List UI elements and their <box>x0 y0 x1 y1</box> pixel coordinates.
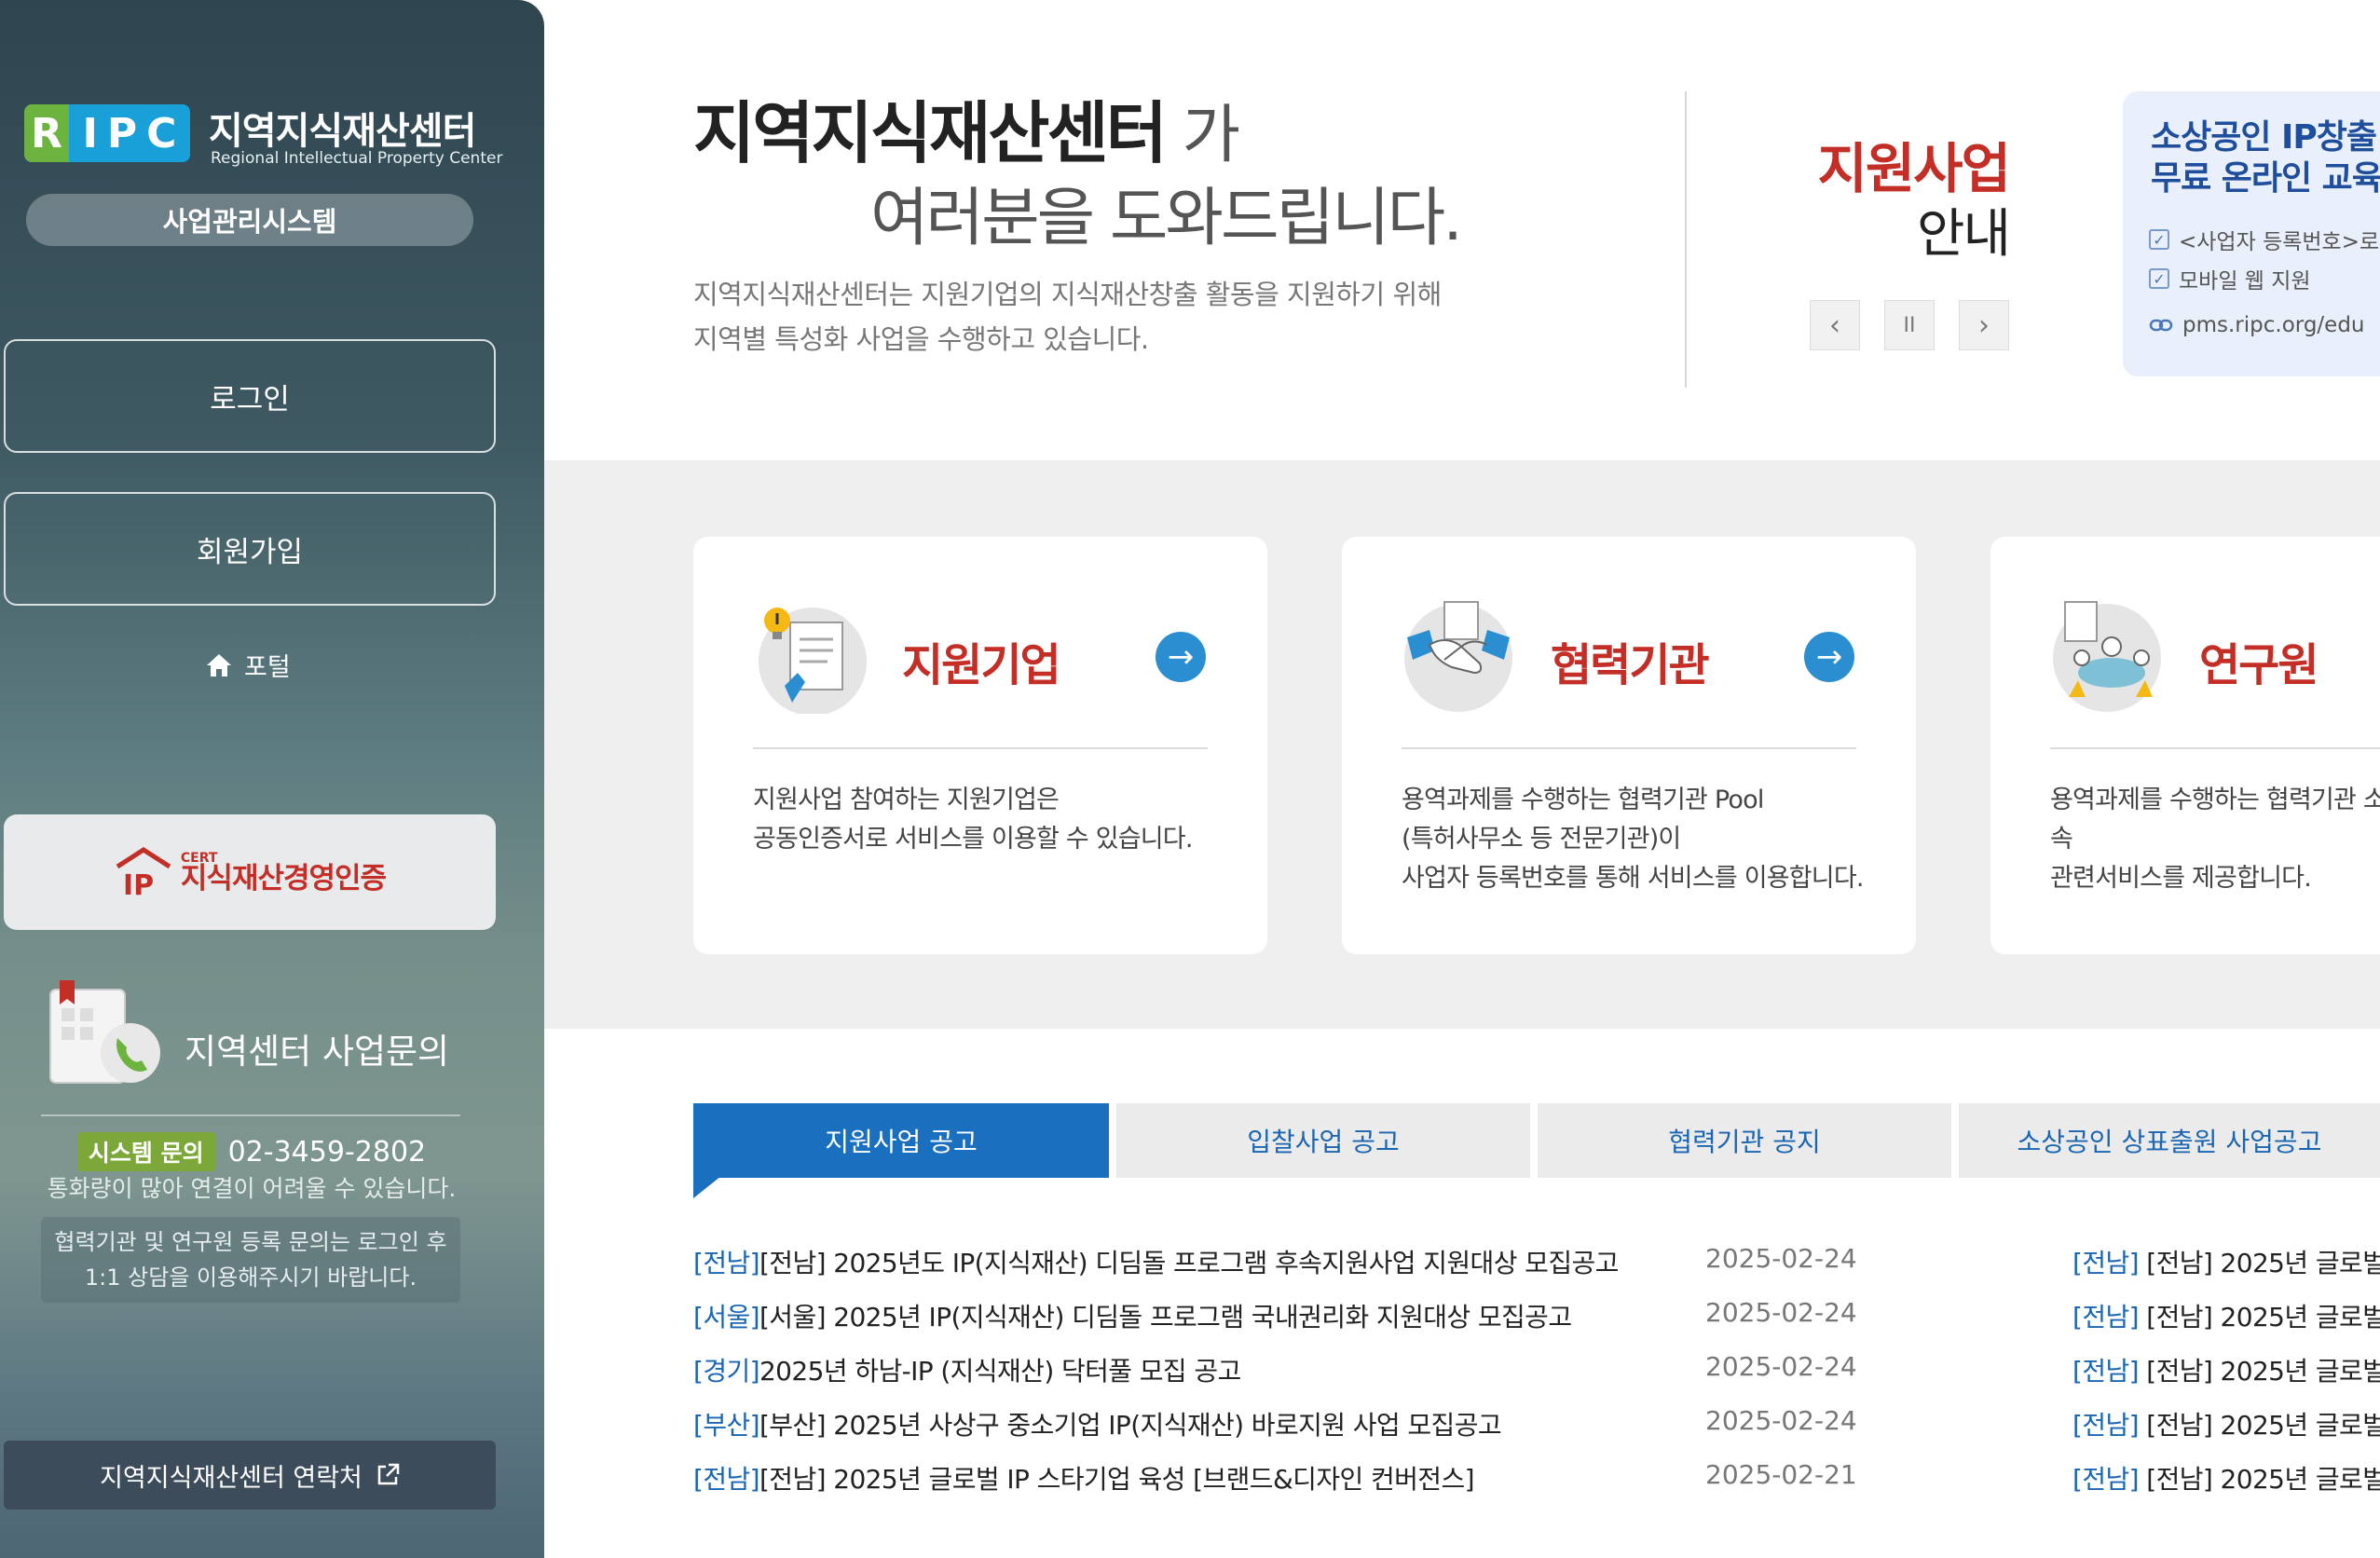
card-divider <box>753 747 1208 749</box>
notice-item-right[interactable]: [전남] [전남] 2025년 글로벌 IP <box>2072 1405 2380 1442</box>
check-icon: ✓ <box>2149 229 2169 250</box>
promo-title: 소상공인 IP창출 무료 온라인 교육 <box>2151 118 2380 198</box>
card-researcher[interactable]: 연구원 용역과제를 수행하는 협력기관 소속 관련서비스를 제공합니다. <box>1990 537 2380 954</box>
promo-link[interactable]: pms.ripc.org/edu <box>2149 313 2365 337</box>
support-program-subtitle: 안내 <box>1916 204 2011 265</box>
promo-item: ✓ 모바일 웹 지원 <box>2149 263 2311 294</box>
notice-item[interactable]: [전남][전남] 2025년도 IP(지식재산) 디딤돌 프로그램 후속지원사업… <box>693 1243 1619 1280</box>
phone-number: 02-3459-2802 <box>227 1135 427 1168</box>
cert-label: 지식재산경영인증 <box>180 861 387 895</box>
card-title: 협력기관 <box>1551 639 1710 691</box>
notice-date: 2025-02-24 <box>1705 1351 1857 1382</box>
notice-item[interactable]: [서울][서울] 2025년 IP(지식재산) 디딤돌 프로그램 국내권리화 지… <box>693 1297 1572 1334</box>
promo-item: ✓ <사업자 등록번호>로 로그인 <box>2149 224 2380 255</box>
notice-date: 2025-02-21 <box>1705 1459 1857 1490</box>
ip-cert-icon: IP <box>116 847 171 898</box>
notice-item-right[interactable]: [전남] [전남] 2025년 글로벌 IP <box>2072 1351 2380 1388</box>
phone-document-icon <box>49 980 160 1084</box>
inquiry-title: 지역센터 사업문의 <box>185 1032 450 1072</box>
svg-text:IP: IP <box>123 869 154 898</box>
slider-pause-button[interactable]: II <box>1884 300 1935 350</box>
document-lightbulb-icon <box>759 608 867 714</box>
hero-description: 지역지식재산센터는 지원기업의 지식재산창출 활동을 지원하기 위해 지역별 특… <box>693 279 1442 355</box>
busy-note: 통화량이 많아 연결이 어려울 수 있습니다. <box>47 1175 457 1202</box>
logo-subtitle: Regional Intellectual Property Center <box>211 149 503 168</box>
system-phone-row: 시스템 문의 02-3459-2802 <box>0 1132 503 1171</box>
promo-banner[interactable]: 소상공인 IP창출 무료 온라인 교육 ✓ <사업자 등록번호>로 로그인 ✓ … <box>2123 91 2380 376</box>
card-description: 용역과제를 수행하는 협력기관 소속 관련서비스를 제공합니다. <box>2050 786 2380 893</box>
hero-headline: 지역지식재산센터 가 <box>693 94 1240 172</box>
inquiry-section: 지역센터 사업문의 <box>45 980 460 1084</box>
slider-next-button[interactable]: › <box>1959 300 2009 350</box>
slider-prev-button[interactable]: ‹ <box>1810 300 1860 350</box>
meeting-clipboard-icon <box>2053 601 2161 712</box>
portal-link[interactable]: 포털 <box>205 647 291 683</box>
contact-label: 지역지식재산센터 연락처 <box>100 1463 362 1493</box>
hero-divider <box>1685 91 1687 388</box>
join-button[interactable]: 회원가입 <box>4 492 496 606</box>
check-icon: ✓ <box>2149 268 2169 289</box>
card-divider <box>1402 747 1856 749</box>
notice-item[interactable]: [부산][부산] 2025년 사상구 중소기업 IP(지식재산) 바로지원 사업… <box>693 1405 1502 1442</box>
notice-item[interactable]: [전남][전남] 2025년 글로벌 IP 스타기업 육성 [브랜드&디자인 컨… <box>693 1459 1475 1496</box>
external-link-icon <box>377 1463 400 1485</box>
active-tab-pointer <box>693 1176 721 1198</box>
system-name-pill: 사업관리시스템 <box>26 194 473 246</box>
notice-date: 2025-02-24 <box>1705 1243 1857 1274</box>
phone-badge: 시스템 문의 <box>76 1132 215 1171</box>
login-button[interactable]: 로그인 <box>4 339 496 453</box>
logo-title: 지역지식재산센터 <box>209 110 476 153</box>
regional-center-contact-button[interactable]: 지역지식재산센터 연락처 <box>4 1441 496 1510</box>
tab-small-business-trademark[interactable]: 소상공인 상표출원 사업공고 <box>1959 1103 2380 1178</box>
card-title: 지원기업 <box>902 639 1061 691</box>
notice-item[interactable]: [경기]2025년 하남-IP (지식재산) 닥터풀 모집 공고 <box>693 1351 1241 1388</box>
card-divider <box>2050 747 2380 749</box>
card-description: 지원사업 참여하는 지원기업은 공동인증서로 서비스를 이용할 수 있습니다. <box>753 786 1193 854</box>
card-partner-institution[interactable]: 협력기관 → 용역과제를 수행하는 협력기관 Pool (특허사무소 등 전문기… <box>1342 537 1916 954</box>
handshake-icon <box>1404 601 1512 712</box>
tab-support-notice[interactable]: 지원사업 공고 <box>693 1103 1109 1178</box>
card-description: 용역과제를 수행하는 협력기관 Pool (특허사무소 등 전문기관)이 사업자… <box>1402 786 1864 893</box>
notice-date: 2025-02-24 <box>1705 1405 1857 1436</box>
ripc-logo[interactable]: R IPC 지역지식재산센터 Regional Intellectual Prop… <box>24 101 502 175</box>
hero-headline-line2: 여러분을 도와드립니다. <box>870 182 1463 255</box>
notice-item-right[interactable]: [전남] [전남] 2025년 글로벌 IP <box>2072 1459 2380 1496</box>
home-icon <box>207 653 231 676</box>
notice-item-right[interactable]: [전남] [전남] 2025년 글로벌 IP <box>2072 1297 2380 1334</box>
card-support-company[interactable]: 지원기업 → 지원사업 참여하는 지원기업은 공동인증서로 서비스를 이용할 수… <box>693 537 1267 954</box>
notice-item-right[interactable]: [전남] [전남] 2025년 글로벌 IP <box>2072 1243 2380 1280</box>
divider <box>41 1114 460 1116</box>
registration-note: 협력기관 및 연구원 등록 문의는 로그인 후 1:1 상담을 이용해주시기 바… <box>41 1217 460 1303</box>
logo-badge: R IPC <box>24 104 190 162</box>
link-icon <box>2149 319 2173 332</box>
portal-label: 포털 <box>244 653 291 682</box>
notice-date: 2025-02-24 <box>1705 1297 1857 1328</box>
tab-bid-notice[interactable]: 입찰사업 공고 <box>1116 1103 1530 1178</box>
tab-partner-notice[interactable]: 협력기관 공지 <box>1538 1103 1951 1178</box>
arrow-right-icon[interactable]: → <box>1804 632 1854 682</box>
card-title: 연구원 <box>2199 639 2318 691</box>
sidebar: R IPC 지역지식재산센터 Regional Intellectual Prop… <box>0 0 544 1558</box>
ip-cert-banner[interactable]: IP CERT 지식재산경영인증 <box>4 814 496 930</box>
arrow-right-icon[interactable]: → <box>1156 632 1206 682</box>
